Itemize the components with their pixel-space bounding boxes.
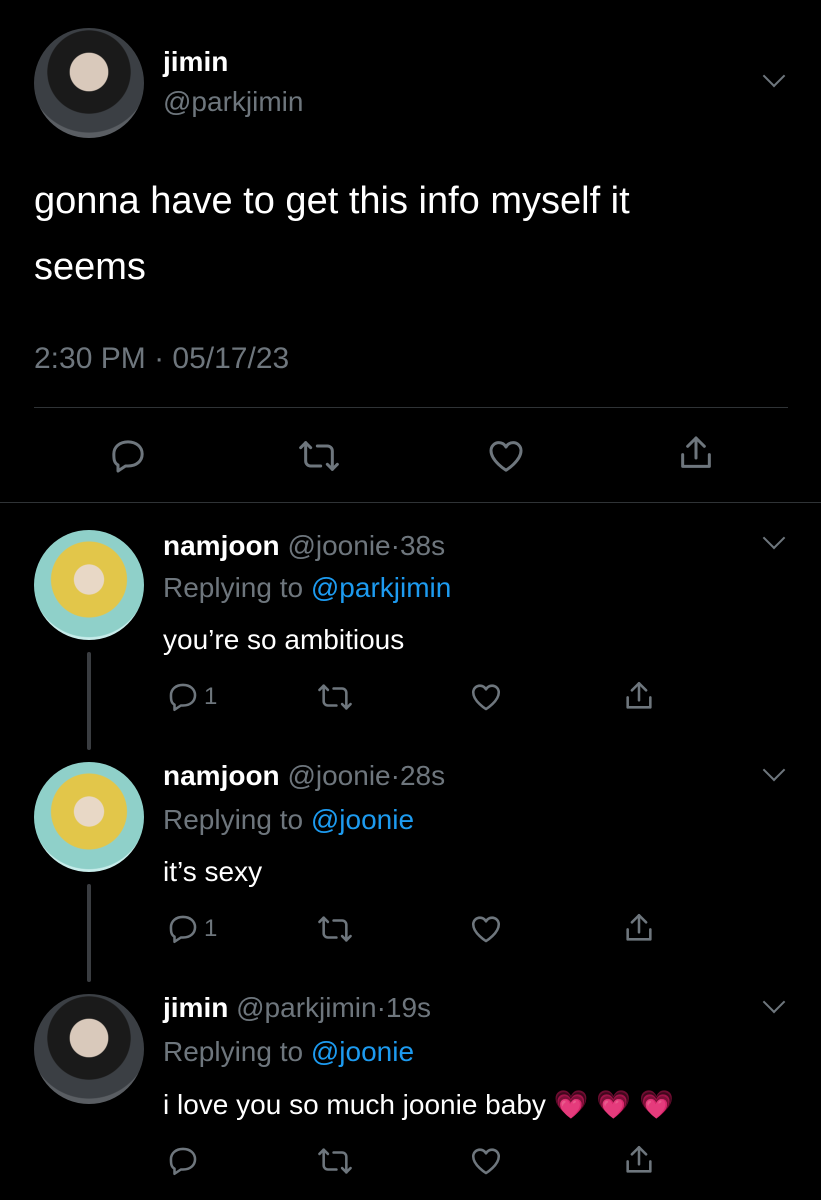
reply-button[interactable] [166,1144,200,1178]
comment-icon [169,683,197,712]
reply-count: 1 [204,683,218,710]
replying-prefix: Replying to [163,1036,304,1067]
retweet-icon [318,916,352,942]
like-button[interactable] [468,912,504,946]
tweet-text-line2: seems [34,246,146,288]
share-button[interactable] [622,910,656,946]
chevron-down-icon[interactable] [762,64,786,88]
reply-button[interactable] [108,436,148,476]
divider [34,407,788,408]
chevron-down-icon[interactable] [762,758,786,782]
retweet-icon [318,1148,352,1174]
like-button[interactable] [468,1144,504,1178]
author-handle[interactable]: @joonie [287,530,390,561]
dot-separator: · [390,760,400,791]
comment-icon [169,1147,197,1176]
heart-emoji: 💗 💗 💗 [553,1089,674,1120]
tweet-date[interactable]: 05/17/23 [172,342,289,375]
avatar[interactable] [34,762,144,872]
replying-to-link[interactable]: @joonie [311,1036,414,1067]
reply-text: it’s sexy [163,856,263,887]
heart-icon [471,916,501,943]
replying-to: Replying to @parkjimin [163,572,451,604]
reply-text: you’re so ambitious [163,624,405,655]
author-handle[interactable]: @parkjimin [236,992,376,1023]
thread-line [87,884,91,982]
replying-to: Replying to @joonie [163,804,414,836]
reply-age: 28s [399,760,446,791]
thread-line [87,652,91,750]
heart-icon [471,684,501,711]
share-icon [626,1145,652,1173]
share-button[interactable] [676,432,716,474]
retweet-button[interactable] [316,680,354,714]
replying-to: Replying to @joonie [163,1036,414,1068]
timestamp-separator: · [154,342,165,375]
replying-prefix: Replying to [163,804,304,835]
reply-text: i love you so much joonie baby [163,1089,546,1120]
reply-button[interactable]: 1 [166,912,217,946]
avatar[interactable] [34,994,144,1104]
author-name[interactable]: namjoon [163,530,280,561]
retweet-button[interactable] [316,912,354,946]
share-button[interactable] [622,1142,656,1178]
reply-header: namjoon @joonie·38s [163,530,445,562]
tweet-time: 2:30 PM [34,342,146,375]
chevron-down-icon[interactable] [762,990,786,1014]
like-button[interactable] [485,436,527,476]
author-handle[interactable]: @joonie [287,760,390,791]
divider [0,502,821,503]
replying-to-link[interactable]: @joonie [311,804,414,835]
share-icon [681,436,711,468]
avatar[interactable] [34,28,144,138]
reply-count: 1 [204,915,218,942]
reply-age: 38s [399,530,446,561]
reply-header: namjoon @joonie·28s [163,760,445,792]
reply-button[interactable]: 1 [166,680,217,714]
heart-icon [489,441,523,472]
share-button[interactable] [622,678,656,714]
share-icon [626,681,652,709]
author-name[interactable]: jimin [163,992,228,1023]
retweet-icon [318,684,352,710]
author-name[interactable]: jimin [163,46,228,78]
retweet-button[interactable] [297,436,341,476]
author-name[interactable]: namjoon [163,760,280,791]
retweet-button[interactable] [316,1144,354,1178]
comment-icon [169,915,197,944]
heart-icon [471,1148,501,1175]
comment-icon [112,440,144,473]
author-handle[interactable]: @parkjimin [163,86,303,118]
replying-to-link[interactable]: @parkjimin [311,572,451,603]
reply-age: 19s [385,992,432,1023]
tweet-text-line1: gonna have to get this info myself it [34,180,630,222]
dot-separator: · [390,530,400,561]
retweet-icon [299,441,339,471]
dot-separator: · [376,992,386,1023]
reply-text-row: i love you so much joonie baby 💗 💗 💗 [163,1088,674,1121]
chevron-down-icon[interactable] [762,526,786,550]
avatar[interactable] [34,530,144,640]
tweet-timestamp: 2:30 PM · 05/17/23 [34,342,289,376]
share-icon [626,913,652,941]
replying-prefix: Replying to [163,572,304,603]
reply-header: jimin @parkjimin·19s [163,992,431,1024]
like-button[interactable] [468,680,504,714]
